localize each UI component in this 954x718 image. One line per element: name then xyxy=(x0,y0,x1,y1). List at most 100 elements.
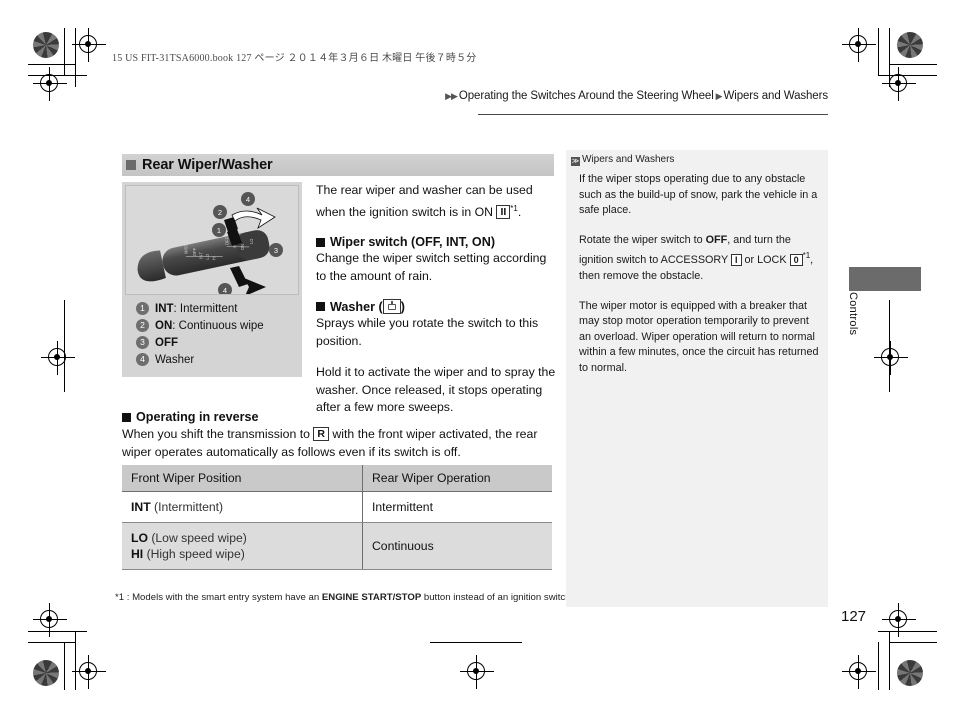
table-header-front-position: Front Wiper Position xyxy=(122,465,363,492)
footnote-post: button instead of an ignition switch. xyxy=(421,592,574,603)
legend-item: 1 INT: Intermittent xyxy=(136,300,301,317)
double-triangle-icon: ▶▶ xyxy=(445,91,458,101)
washer-symbol-icon xyxy=(382,299,401,314)
color-patch xyxy=(33,32,59,58)
sidebar-off-emphasis: OFF xyxy=(705,233,728,246)
registration-mark xyxy=(874,341,908,375)
footnote: *1 : Models with the smart entry system … xyxy=(115,592,573,603)
footnote-bold: ENGINE START/STOP xyxy=(321,592,422,603)
sidebar-title: ≫ Wipers and Washers xyxy=(571,154,674,166)
sidebar-paragraph-3: The wiper motor is equipped with a break… xyxy=(579,299,819,374)
svg-text:2: 2 xyxy=(218,208,222,217)
sidebar-note-panel: ≫ Wipers and Washers If the wiper stops o… xyxy=(566,150,828,607)
registration-mark xyxy=(842,28,876,62)
book-print-note: 15 US FIT-31TSA6000.book 127 ページ ２０１４年３月… xyxy=(112,53,477,64)
svg-text:MIST: MIST xyxy=(183,244,188,254)
sidebar-footnote-marker: *1 xyxy=(802,251,811,261)
svg-text:OFF: OFF xyxy=(224,236,229,245)
callout-number-badge: 1 xyxy=(136,302,149,315)
reverse-gear-key-icon: R xyxy=(313,427,329,441)
chapter-thumb-tab xyxy=(849,267,921,291)
front-position-code-2: HI xyxy=(131,547,144,561)
front-position-code: INT xyxy=(131,500,151,514)
wiper-operation-table: Front Wiper Position Rear Wiper Operatio… xyxy=(122,465,552,570)
section-heading-bar: Rear Wiper/Washer xyxy=(122,154,554,176)
registration-mark xyxy=(842,655,876,689)
table-header-row: Front Wiper Position Rear Wiper Operatio… xyxy=(122,465,552,492)
sidebar-p2-c: or LOCK xyxy=(744,254,787,267)
sidebar-paragraph-1: If the wiper stops operating due to any … xyxy=(579,173,818,217)
legend-term: INT xyxy=(155,302,174,315)
page-number: 127 xyxy=(841,608,867,625)
illustration-panel: MIST OFF INT LO HI OFF INT ON LO xyxy=(122,182,302,377)
operating-in-reverse-section: Operating in reverse When you shift the … xyxy=(122,410,558,461)
header-divider xyxy=(478,114,828,115)
washer-heading-pre: Washer ( xyxy=(330,299,383,314)
intro-text-b: . xyxy=(517,204,522,219)
registration-mark xyxy=(882,603,916,637)
operating-in-reverse-heading: Operating in reverse xyxy=(122,410,558,424)
sidebar-title-label: Wipers and Washers xyxy=(582,154,675,165)
triangle-icon: ▶ xyxy=(715,91,723,101)
washer-heading-post: ) xyxy=(400,299,405,314)
legend-item: 3 OFF xyxy=(136,334,301,351)
color-patch xyxy=(33,660,59,686)
svg-text:LO: LO xyxy=(249,238,254,244)
svg-text:3: 3 xyxy=(274,246,278,255)
color-patch xyxy=(897,32,923,58)
registration-mark xyxy=(41,341,75,375)
washer-paragraph: Sprays while you rotate the switch to th… xyxy=(316,316,539,348)
front-position-desc: (Intermittent) xyxy=(150,500,224,514)
square-bullet-icon xyxy=(122,412,131,422)
legend-item: 2 ON: Continuous wipe xyxy=(136,317,301,334)
svg-text:INT: INT xyxy=(199,252,204,259)
hold-paragraph: Hold it to activate the wiper and to spr… xyxy=(316,365,556,414)
ignition-on-key-icon: II xyxy=(496,204,511,219)
front-position-desc: (Low speed wipe) xyxy=(147,531,247,545)
table-cell-rear-operation: Continuous xyxy=(362,522,552,570)
table-cell-rear-operation: Intermittent xyxy=(362,491,552,523)
table-row: LO (Low speed wipe) HI (High speed wipe)… xyxy=(122,522,552,570)
body-column: The rear wiper and washer can be used wh… xyxy=(316,182,558,431)
color-patch xyxy=(897,660,923,686)
running-head-part1: Operating the Switches Around the Steeri… xyxy=(458,90,714,102)
operating-in-reverse-paragraph: When you shift the transmission to R wit… xyxy=(122,426,558,461)
page-title: Rear Wiper/Washer xyxy=(142,157,273,173)
sidebar-marker-icon: ≫ xyxy=(571,157,580,166)
square-bullet-icon xyxy=(316,237,325,247)
intro-paragraph: The rear wiper and washer can be used wh… xyxy=(316,182,558,221)
registration-mark xyxy=(72,655,106,689)
square-bullet-icon xyxy=(316,302,325,311)
running-head-part2: Wipers and Washers xyxy=(723,90,828,102)
table-cell-front-position: LO (Low speed wipe) HI (High speed wipe) xyxy=(122,522,363,570)
registration-mark xyxy=(33,603,67,637)
legend-item: 4 Washer xyxy=(136,351,301,368)
registration-mark xyxy=(72,28,106,62)
callout-number-badge: 3 xyxy=(136,336,149,349)
accessory-key-icon: I xyxy=(731,254,742,267)
callout-number-badge: 4 xyxy=(136,353,149,366)
wiper-switch-heading: Wiper switch (OFF, INT, ON) xyxy=(316,235,558,249)
illustration-legend: 1 INT: Intermittent 2 ON: Continuous wip… xyxy=(136,300,301,368)
table-row: INT (Intermittent) Intermittent xyxy=(122,491,552,523)
lock-key-icon: 0 xyxy=(789,254,803,267)
wiper-stalk-illustration: MIST OFF INT LO HI OFF INT ON LO xyxy=(125,185,299,295)
wiper-switch-paragraph: Change the wiper switch setting accordin… xyxy=(316,251,547,283)
sidebar-body: If the wiper stops operating due to any … xyxy=(579,172,819,391)
chapter-thumb-label: Controls xyxy=(847,292,859,336)
svg-text:4: 4 xyxy=(246,195,250,204)
registration-mark xyxy=(882,67,916,101)
running-head: ▶▶ Operating the Switches Around the Stee… xyxy=(445,90,828,102)
legend-desc: : Continuous wipe xyxy=(172,319,264,332)
footnote-pre: *1 : Models with the smart entry system … xyxy=(115,592,322,603)
front-position-desc-2: (High speed wipe) xyxy=(143,547,245,561)
svg-text:4: 4 xyxy=(223,286,227,295)
wiper-switch-heading-label: Wiper switch (OFF, INT, ON) xyxy=(330,235,496,249)
reverse-text-a: When you shift the transmission to xyxy=(122,427,310,441)
registration-mark xyxy=(33,67,67,101)
square-bullet-icon xyxy=(126,160,136,170)
sidebar-paragraph-2: Rotate the wiper switch to OFF, and turn… xyxy=(579,233,819,285)
svg-text:OFF: OFF xyxy=(192,247,197,256)
sidebar-p2-a: Rotate the wiper switch to xyxy=(579,233,703,246)
table-header-rear-operation: Rear Wiper Operation xyxy=(362,465,552,492)
